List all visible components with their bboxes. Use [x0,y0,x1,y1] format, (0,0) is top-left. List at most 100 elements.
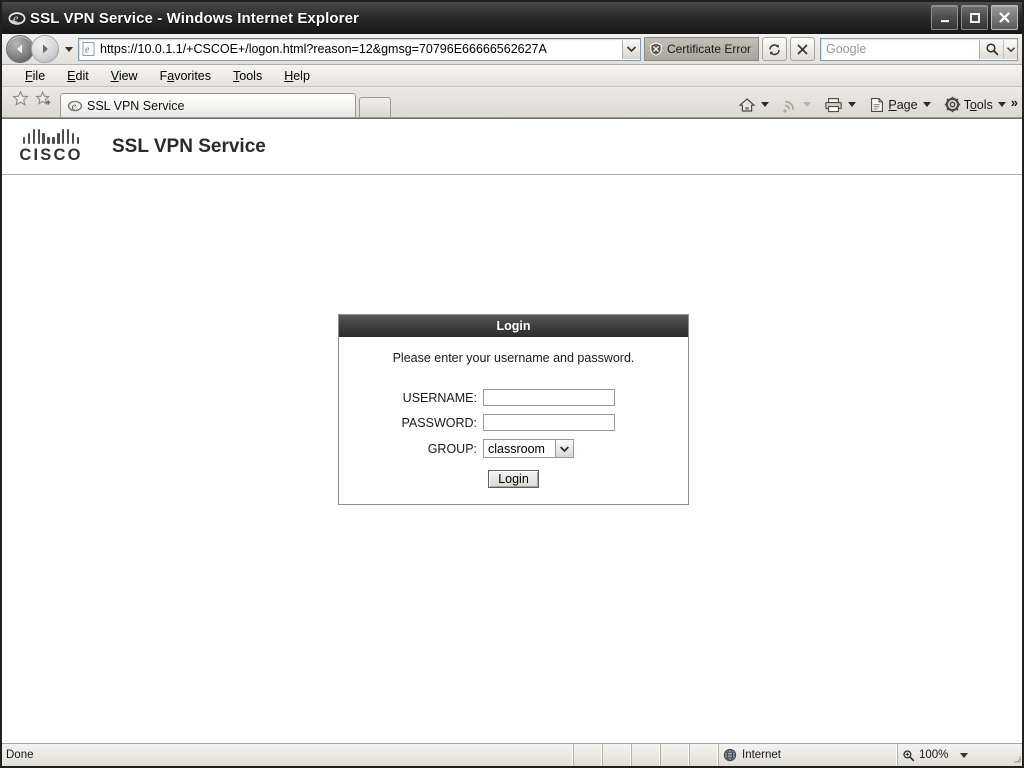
address-toolbar: e https://10.0.1.1/+CSCOE+/logon.html?re… [2,34,1022,65]
tools-menu-button[interactable]: Tools [941,95,996,114]
magnifier-icon [903,749,915,761]
ie-page-icon: e [67,98,83,114]
home-dropdown-icon[interactable] [761,102,770,107]
password-row: PASSWORD: [339,414,688,431]
back-button[interactable] [6,35,34,63]
search-input[interactable]: Google [821,42,979,56]
command-bar-overflow-button[interactable]: » [1011,95,1018,110]
security-zone[interactable]: Internet [719,744,898,766]
ie-logo-icon: e [8,9,26,27]
refresh-button[interactable] [762,37,787,61]
printer-icon [825,97,843,112]
security-zone-label: Internet [742,749,781,761]
svg-text:e: e [85,45,90,56]
zoom-dropdown-icon[interactable] [960,752,969,758]
menu-item-help[interactable]: Help [273,69,321,83]
zoom-control[interactable]: 100% [898,744,1008,766]
stop-button[interactable] [790,37,815,61]
search-button[interactable] [979,39,1003,59]
status-panel-1 [574,744,603,766]
page-content: CISCO SSL VPN Service Login Please enter… [2,118,1022,743]
browser-window: e SSL VPN Service - Windows Internet Exp… [0,0,1024,768]
login-panel: Login Please enter your username and pas… [338,314,689,505]
cisco-wordmark: CISCO [19,145,83,164]
password-label: PASSWORD: [401,415,477,430]
status-panel-4 [661,744,690,766]
svg-text:e: e [13,11,19,25]
username-label: USERNAME: [402,390,477,405]
feeds-button[interactable] [779,96,801,114]
maximize-button[interactable] [961,5,988,30]
window-title: SSL VPN Service - Windows Internet Explo… [30,9,359,27]
globe-icon [723,748,737,762]
cisco-banner: CISCO SSL VPN Service [2,119,1022,175]
title-bar: e SSL VPN Service - Windows Internet Exp… [2,2,1022,34]
zoom-level-label: 100% [919,749,949,761]
login-instruction: Please enter your username and password. [392,351,635,365]
page-menu-button[interactable]: Page [866,96,920,114]
page-dropdown-icon[interactable] [922,102,931,107]
home-button[interactable] [735,96,759,114]
shield-icon [650,42,662,56]
status-panel-2 [603,744,632,766]
login-button[interactable]: Login [488,470,539,488]
menu-item-edit[interactable]: Edit [56,69,100,83]
username-row: USERNAME: [339,389,688,406]
page-favicon-icon: e [81,41,97,57]
search-box[interactable]: Google [820,37,1018,61]
tab-bar: e SSL VPN Service Page Tools » [2,87,1022,118]
login-panel-wrapper: Login Please enter your username and pas… [338,314,689,505]
forward-button[interactable] [31,35,59,63]
tools-dropdown-icon[interactable] [997,102,1006,107]
status-message: Done [2,744,574,766]
group-select[interactable]: classroom [483,439,574,458]
window-controls [931,5,1018,30]
minimize-button[interactable] [931,5,958,30]
svg-text:e: e [72,101,77,112]
recent-pages-dropdown-icon[interactable] [65,46,73,52]
print-dropdown-icon[interactable] [848,102,857,107]
favorites-center-icon[interactable] [12,90,29,112]
browser-tab[interactable]: e SSL VPN Service [60,93,356,117]
menu-item-tools[interactable]: Tools [222,69,273,83]
status-bar: Done Internet 100% [2,743,1022,766]
address-dropdown-button[interactable] [621,39,640,59]
group-select-value: classroom [488,441,545,456]
menu-item-view[interactable]: View [100,69,149,83]
print-button[interactable] [821,96,846,114]
page-menu-label: Page [888,97,918,112]
menu-item-file[interactable]: File [14,69,56,83]
chevron-down-icon[interactable] [555,440,573,457]
certificate-error-badge[interactable]: Certificate Error [643,37,759,61]
cisco-logo: CISCO [16,128,86,165]
close-button[interactable] [991,5,1018,30]
rss-icon [783,100,795,113]
tab-label: SSL VPN Service [87,98,185,113]
password-input[interactable] [483,414,615,431]
login-button-row: Login [339,470,688,488]
add-to-favorites-icon[interactable] [35,90,52,112]
login-form: Please enter your username and password.… [339,337,688,504]
resize-grip[interactable] [1008,744,1022,766]
magnifier-icon [985,43,998,56]
tools-menu-label: Tools [963,97,993,112]
menu-item-favorites[interactable]: Favorites [149,69,222,83]
feeds-dropdown-icon [803,102,812,107]
group-row: GROUP: classroom [339,439,688,458]
search-provider-dropdown[interactable] [1003,39,1017,59]
status-panel-3 [632,744,661,766]
group-label: GROUP: [427,441,477,456]
menu-bar: File Edit View Favorites Tools Help [2,65,1022,87]
command-bar: Page Tools » [735,95,1018,114]
cisco-logo-bars [22,128,80,144]
home-icon [738,97,756,112]
address-bar[interactable]: e https://10.0.1.1/+CSCOE+/logon.html?re… [78,37,641,61]
status-panel-5 [690,744,719,766]
favorites-buttons [6,90,60,117]
page-title: SSL VPN Service [112,135,266,157]
gear-icon [944,96,960,113]
new-tab-button[interactable] [359,97,391,117]
login-panel-header: Login [339,315,688,337]
username-input[interactable] [483,389,615,406]
page-icon [871,97,884,112]
